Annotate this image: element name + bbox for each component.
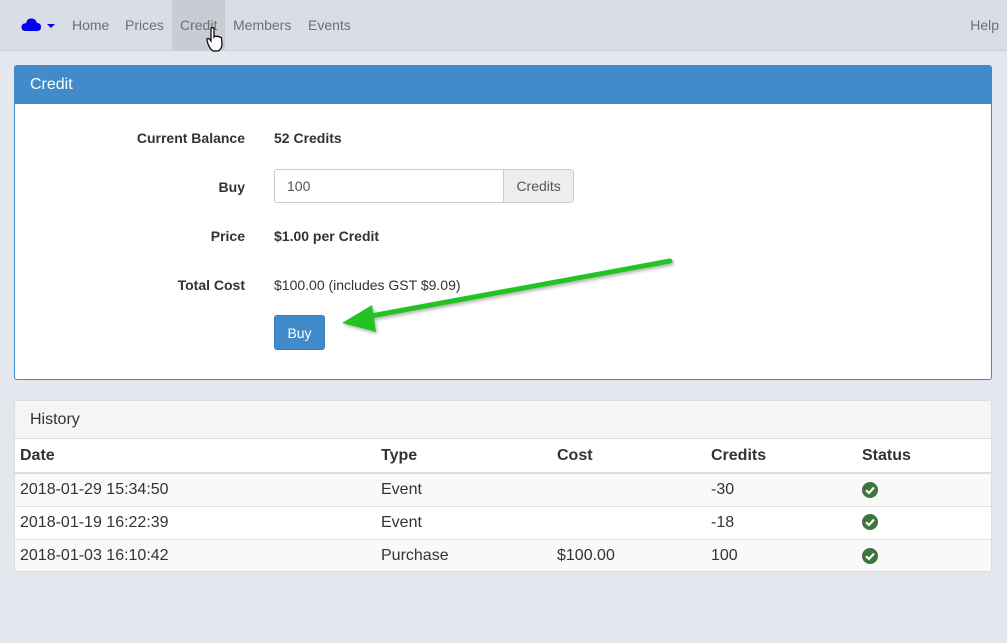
check-circle-icon: [862, 547, 878, 564]
table-row: 2018-01-19 16:22:39 Event -18: [15, 505, 991, 539]
nav-home[interactable]: Home: [64, 0, 117, 50]
row-type: Event: [376, 472, 552, 506]
check-circle-icon: [862, 481, 878, 498]
col-cost: Cost: [552, 439, 706, 474]
hand-cursor-icon: [206, 27, 223, 52]
check-circle-icon: [862, 514, 878, 531]
total-cost-label: Total Cost: [177, 277, 245, 293]
row-date: 2018-01-29 15:34:50: [15, 472, 376, 506]
price-label: Price: [210, 228, 245, 244]
row-status: [857, 538, 991, 571]
history-title: History: [15, 401, 991, 439]
annotation-arrow-icon: [342, 258, 673, 332]
row-status: [857, 472, 991, 506]
row-date: 2018-01-03 16:10:42: [15, 538, 376, 571]
row-cost: [552, 505, 706, 539]
current-balance-label: Current Balance: [136, 130, 245, 146]
row-credits: -30: [706, 472, 857, 506]
row-credits: -18: [706, 505, 857, 539]
nav-members[interactable]: Members: [225, 0, 299, 50]
buy-input-group: Credits: [274, 169, 574, 203]
row-type: Event: [376, 505, 552, 539]
current-balance-value: 52 Credits: [274, 130, 342, 146]
buy-button[interactable]: Buy: [274, 315, 325, 350]
nav-help[interactable]: Help: [962, 0, 1007, 50]
row-date: 2018-01-19 16:22:39: [15, 505, 376, 539]
table-row: 2018-01-29 15:34:50 Event -30: [15, 472, 991, 506]
buy-label: Buy: [218, 179, 245, 195]
table-header-row: Date Type Cost Credits Status: [15, 439, 991, 474]
nav-events[interactable]: Events: [300, 0, 359, 50]
row-type: Purchase: [376, 538, 552, 571]
table-row: 2018-01-03 16:10:42 Purchase $100.00 100: [15, 538, 991, 571]
brand-menu[interactable]: [20, 15, 58, 35]
row-cost: $100.00: [552, 538, 706, 571]
col-credits: Credits: [706, 439, 857, 474]
buy-quantity-input[interactable]: [274, 169, 504, 203]
price-value: $1.00 per Credit: [274, 228, 380, 244]
caret-down-icon: [47, 24, 55, 28]
col-type: Type: [376, 439, 552, 474]
row-status: [857, 505, 991, 539]
credit-panel-title: Credit: [15, 66, 991, 104]
credits-addon: Credits: [503, 169, 574, 203]
history-panel: History Date Type Cost Credits Status 20…: [14, 400, 992, 572]
history-table: Date Type Cost Credits Status 2018-01-29…: [15, 439, 991, 571]
top-navbar: Home Prices Credit Members Events Help: [0, 0, 1007, 52]
row-cost: [552, 472, 706, 506]
nav-prices[interactable]: Prices: [117, 0, 172, 50]
cloud-icon: [21, 18, 55, 31]
col-status: Status: [857, 439, 991, 474]
row-credits: 100: [706, 538, 857, 571]
col-date: Date: [15, 439, 376, 474]
